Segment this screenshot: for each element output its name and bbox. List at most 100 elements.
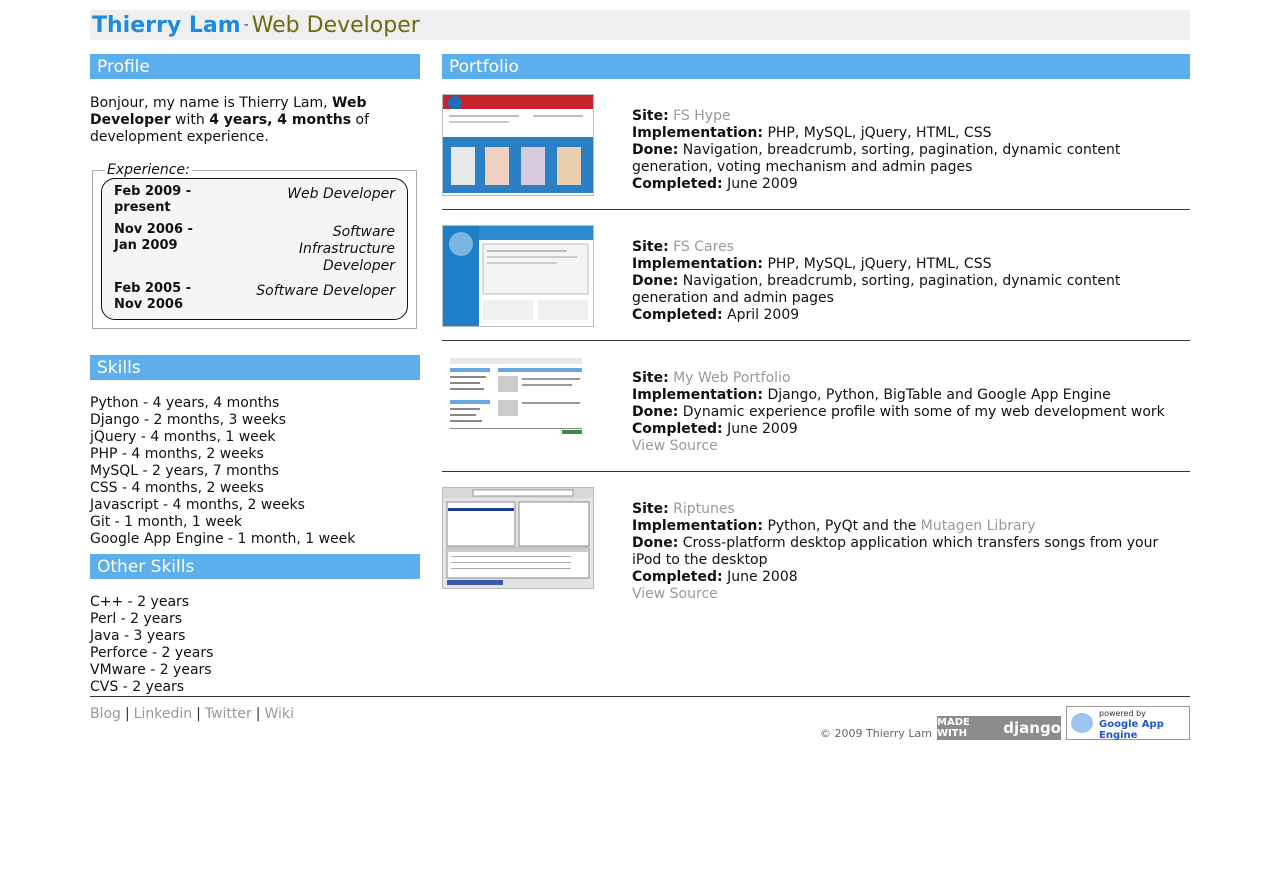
copyright: © 2009 Thierry Lam bbox=[820, 727, 932, 740]
implementation-label: Implementation: bbox=[632, 518, 763, 534]
done-label: Done: bbox=[632, 273, 679, 289]
site-link[interactable]: FS Hype bbox=[673, 108, 730, 124]
skill-item: Git - 1 month, 1 week bbox=[90, 514, 243, 530]
implementation-label: Implementation: bbox=[632, 387, 763, 403]
done-value: Navigation, breadcrumb, sorting, paginat… bbox=[632, 273, 1121, 306]
site-role: Web Developer bbox=[251, 12, 420, 38]
right-column: Portfolio Site: FS Hype Implementation: … bbox=[442, 54, 1190, 602]
intro-text-2: with bbox=[170, 112, 210, 128]
portfolio-item: Site: FS Cares Implementation: PHP, MySQ… bbox=[442, 210, 1190, 341]
profile-heading: Profile bbox=[90, 54, 420, 79]
skill-item: MySQL - 2 years, 7 months bbox=[90, 463, 279, 479]
other-skill-item: C++ - 2 years bbox=[90, 594, 190, 610]
portfolio-thumbnail[interactable] bbox=[442, 356, 592, 456]
completed-value: June 2008 bbox=[727, 569, 798, 585]
site-link[interactable]: FS Cares bbox=[673, 239, 734, 255]
footer-links: Blog | Linkedin | Twitter | Wiki bbox=[90, 706, 294, 722]
other-skill-item: Perl - 2 years bbox=[90, 611, 183, 627]
intro-duration: 4 years, 4 months bbox=[209, 112, 352, 128]
other-skill-item: CVS - 2 years bbox=[90, 679, 185, 695]
portfolio-info: Site: FS Hype Implementation: PHP, MySQL… bbox=[632, 108, 1182, 193]
site-link[interactable]: My Web Portfolio bbox=[673, 370, 790, 386]
implementation-value: Django, Python, BigTable and Google App … bbox=[767, 387, 1111, 403]
other-skill-item: Perforce - 2 years bbox=[90, 645, 214, 661]
implementation-label: Implementation: bbox=[632, 256, 763, 272]
done-label: Done: bbox=[632, 142, 679, 158]
intro-text-1: Bonjour, my name is Thierry Lam, bbox=[90, 95, 333, 111]
done-value: Navigation, breadcrumb, sorting, paginat… bbox=[632, 142, 1121, 175]
skill-item: Google App Engine - 1 month, 1 week bbox=[90, 531, 356, 547]
other-skill-item: VMware - 2 years bbox=[90, 662, 212, 678]
badge-powered-by: powered by bbox=[1099, 709, 1146, 718]
badge-django: django bbox=[1003, 719, 1061, 737]
link-separator: | bbox=[255, 706, 261, 722]
experience-legend: Experience: bbox=[107, 162, 190, 178]
linkedin-link[interactable]: Linkedin bbox=[134, 706, 192, 722]
portfolio-thumbnail[interactable] bbox=[442, 94, 594, 196]
experience-box: Feb 2009 - present Web Developer Nov 200… bbox=[101, 178, 408, 320]
view-source-link[interactable]: View Source bbox=[632, 438, 1182, 455]
experience-title: Software Developer bbox=[256, 283, 395, 299]
made-with-django-badge[interactable]: MADE WITH django bbox=[937, 716, 1061, 740]
experience-fieldset: Experience: Feb 2009 - present Web Devel… bbox=[92, 162, 417, 329]
portfolio-item: Site: Riptunes Implementation: Python, P… bbox=[442, 472, 1190, 602]
site-label: Site: bbox=[632, 108, 669, 124]
page: Thierry Lam - Web Developer Profile Bonj… bbox=[90, 10, 1190, 741]
experience-title: Software Infrastructure Developer bbox=[298, 224, 395, 274]
completed-label: Completed: bbox=[632, 307, 723, 323]
portfolio-heading: Portfolio bbox=[442, 54, 1190, 79]
completed-label: Completed: bbox=[632, 569, 723, 585]
skill-item: jQuery - 4 months, 1 week bbox=[90, 429, 276, 445]
google-app-engine-badge[interactable]: powered by Google App Engine bbox=[1066, 706, 1190, 741]
link-separator: | bbox=[196, 706, 201, 722]
portfolio-item: Site: FS Hype Implementation: PHP, MySQL… bbox=[442, 79, 1190, 210]
completed-value: April 2009 bbox=[727, 307, 800, 323]
wiki-link[interactable]: Wiki bbox=[264, 706, 293, 722]
completed-value: June 2009 bbox=[727, 176, 798, 192]
implementation-value: Python, PyQt and the bbox=[767, 518, 921, 534]
title-separator: - bbox=[243, 17, 249, 33]
experience-title: Web Developer bbox=[287, 186, 395, 202]
completed-label: Completed: bbox=[632, 176, 723, 192]
site-label: Site: bbox=[632, 370, 669, 386]
portfolio-info: Site: My Web Portfolio Implementation: D… bbox=[632, 370, 1182, 455]
app-engine-icon bbox=[1071, 713, 1093, 733]
skills-heading: Skills bbox=[90, 355, 420, 380]
blog-link[interactable]: Blog bbox=[90, 706, 121, 722]
skill-item: CSS - 4 months, 2 weeks bbox=[90, 480, 264, 496]
left-column: Profile Bonjour, my name is Thierry Lam,… bbox=[90, 54, 420, 696]
skills-list: Python - 4 years, 4 months Django - 2 mo… bbox=[90, 395, 420, 548]
masthead: Thierry Lam - Web Developer bbox=[90, 10, 1190, 40]
other-skill-item: Java - 3 years bbox=[90, 628, 186, 644]
portfolio-thumbnail[interactable] bbox=[442, 487, 594, 589]
implementation-label: Implementation: bbox=[632, 125, 763, 141]
completed-label: Completed: bbox=[632, 421, 723, 437]
implementation-value: PHP, MySQL, jQuery, HTML, CSS bbox=[767, 125, 992, 141]
site-link[interactable]: Riptunes bbox=[673, 501, 735, 517]
experience-row: Nov 2006 - Jan 2009 Software Infrastruct… bbox=[114, 222, 395, 275]
portfolio-item: Site: My Web Portfolio Implementation: D… bbox=[442, 341, 1190, 472]
site-label: Site: bbox=[632, 501, 669, 517]
done-label: Done: bbox=[632, 404, 679, 420]
footer-divider bbox=[90, 696, 1190, 697]
other-skills-heading: Other Skills bbox=[90, 554, 420, 579]
site-owner-name[interactable]: Thierry Lam bbox=[92, 13, 241, 38]
link-separator: | bbox=[124, 706, 130, 722]
done-value: Dynamic experience profile with some of … bbox=[682, 404, 1165, 420]
done-label: Done: bbox=[632, 535, 679, 551]
skill-item: Javascript - 4 months, 2 weeks bbox=[90, 497, 305, 513]
portfolio-info: Site: FS Cares Implementation: PHP, MySQ… bbox=[632, 239, 1182, 324]
done-value: Cross-platform desktop application which… bbox=[632, 535, 1159, 568]
view-source-link[interactable]: View Source bbox=[632, 586, 1182, 603]
completed-value: June 2009 bbox=[727, 421, 798, 437]
experience-date: Nov 2006 - Jan 2009 bbox=[114, 222, 193, 253]
skill-item: Python - 4 years, 4 months bbox=[90, 395, 280, 411]
skill-item: Django - 2 months, 3 weeks bbox=[90, 412, 286, 428]
mutagen-library-link[interactable]: Mutagen Library bbox=[921, 518, 1036, 534]
site-label: Site: bbox=[632, 239, 669, 255]
twitter-link[interactable]: Twitter bbox=[205, 706, 252, 722]
experience-row: Feb 2005 - Nov 2006 Software Developer bbox=[114, 281, 395, 313]
portfolio-thumbnail[interactable] bbox=[442, 225, 594, 327]
experience-row: Feb 2009 - present Web Developer bbox=[114, 184, 395, 216]
portfolio-info: Site: Riptunes Implementation: Python, P… bbox=[632, 501, 1182, 603]
